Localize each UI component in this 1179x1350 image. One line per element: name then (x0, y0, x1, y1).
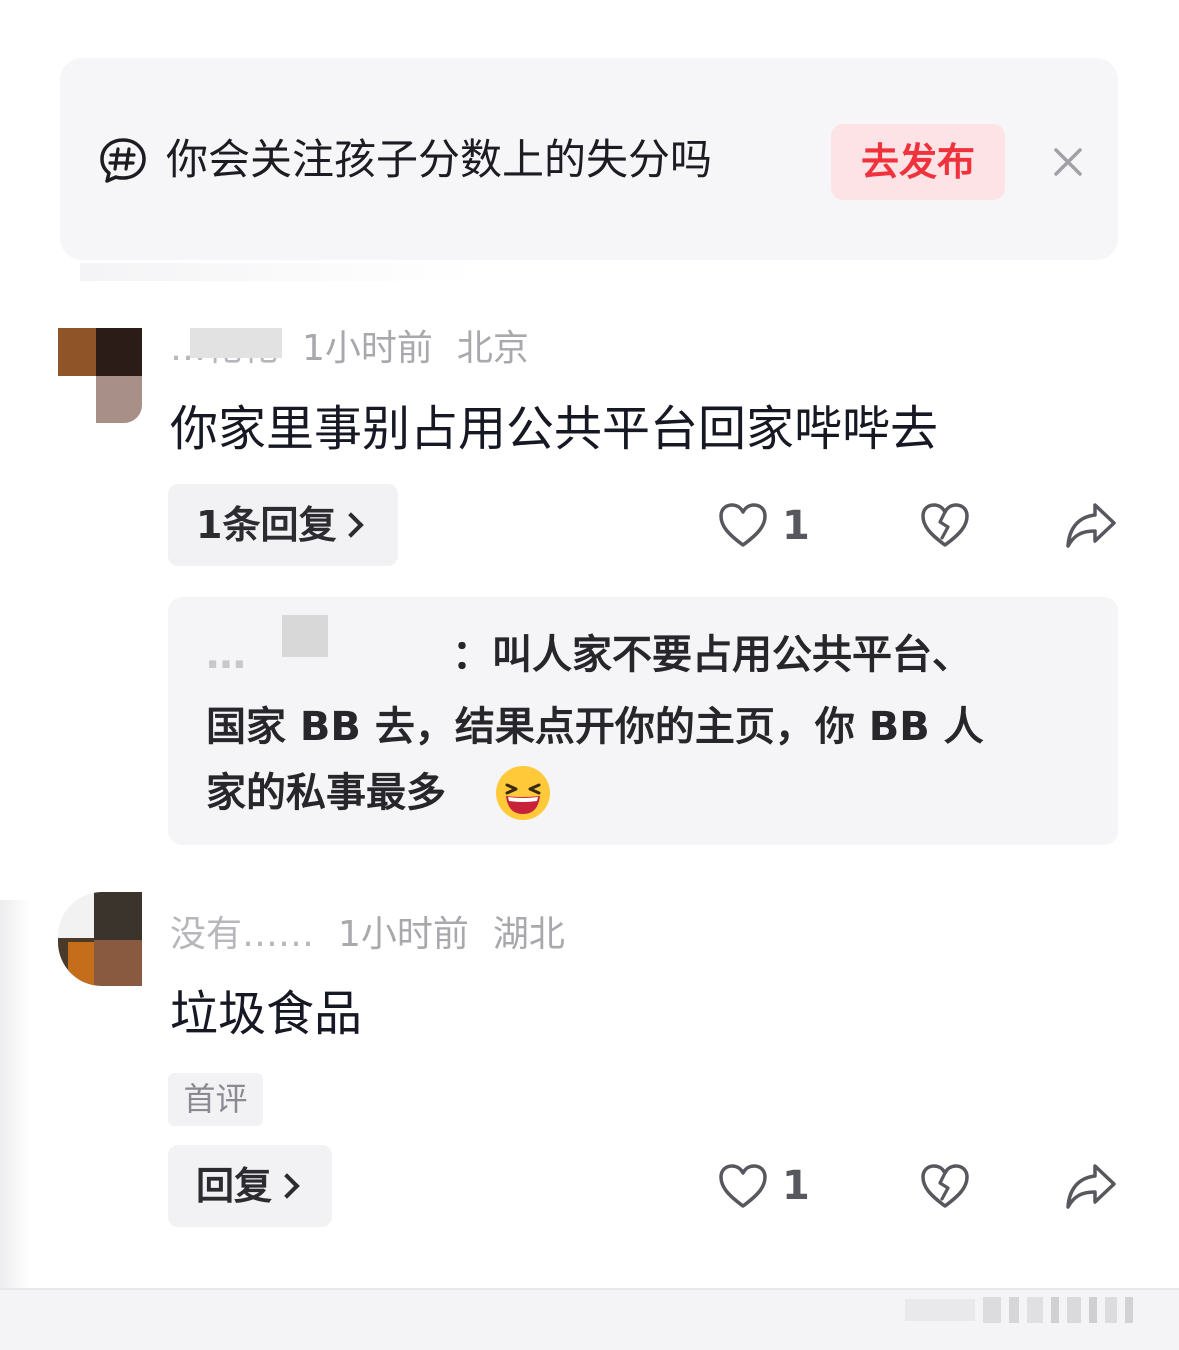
reply-line-3: 家的私事最多 (206, 770, 446, 816)
comment-text: 你家里事别占用公共平台回家哔哔去 (170, 401, 939, 457)
edge-shadow (0, 900, 30, 1300)
share-icon[interactable] (1064, 500, 1118, 550)
divider (0, 1288, 1179, 1290)
comment-location: 北京 (456, 328, 529, 369)
chevron-right-icon (274, 1173, 300, 1199)
topic-title: 你会关注孩子分数上的失分吗 (166, 135, 713, 184)
dislike-icon[interactable] (920, 502, 970, 548)
comment-time: 1小时前 (338, 914, 469, 955)
reply-line-2: 国家 BB 去，结果点开你的主页，你 BB 人 (206, 704, 984, 750)
close-icon[interactable] (1048, 142, 1088, 182)
reply-button[interactable]: 回复 (168, 1145, 332, 1227)
view-replies-button[interactable]: 1条回复 (168, 484, 398, 566)
reply-author[interactable]: … (206, 625, 246, 685)
reply-label: 回复 (196, 1164, 273, 1208)
view-replies-label: 1条回复 (196, 503, 337, 547)
watermark-icon (905, 1297, 1133, 1323)
username-mosaic (190, 328, 282, 358)
comment-text: 垃圾食品 (170, 986, 363, 1042)
avatar[interactable] (58, 328, 142, 423)
hashtag-chat-icon (100, 138, 146, 183)
like-icon[interactable] (718, 1163, 768, 1209)
username[interactable]: 没有…… (170, 914, 314, 955)
avatar[interactable] (58, 892, 142, 986)
like-count: 1 (782, 1163, 810, 1209)
like-count: 1 (782, 503, 810, 549)
comment-meta: 没有…… 1小时前 湖北 (170, 913, 565, 957)
dislike-icon[interactable] (920, 1163, 970, 1209)
publish-button[interactable]: 去发布 (831, 124, 1005, 200)
topic-banner[interactable]: 你会关注孩子分数上的失分吗 去发布 (60, 58, 1118, 260)
share-icon[interactable] (1064, 1161, 1118, 1211)
laughing-emoji-icon (496, 766, 550, 820)
reply-author-mosaic (282, 615, 328, 657)
comment-time: 1小时前 (302, 328, 433, 369)
chevron-right-icon (338, 512, 365, 538)
faint-divider (80, 263, 480, 281)
reply-preview[interactable]: … ：叫人家不要占用公共平台、 国家 BB 去，结果点开你的主页，你 BB 人 … (168, 597, 1118, 845)
like-icon[interactable] (718, 502, 768, 548)
first-comment-badge: 首评 (168, 1073, 263, 1126)
reply-line-1: ：叫人家不要占用公共平台、 (452, 632, 972, 678)
comment-location: 湖北 (492, 914, 565, 955)
